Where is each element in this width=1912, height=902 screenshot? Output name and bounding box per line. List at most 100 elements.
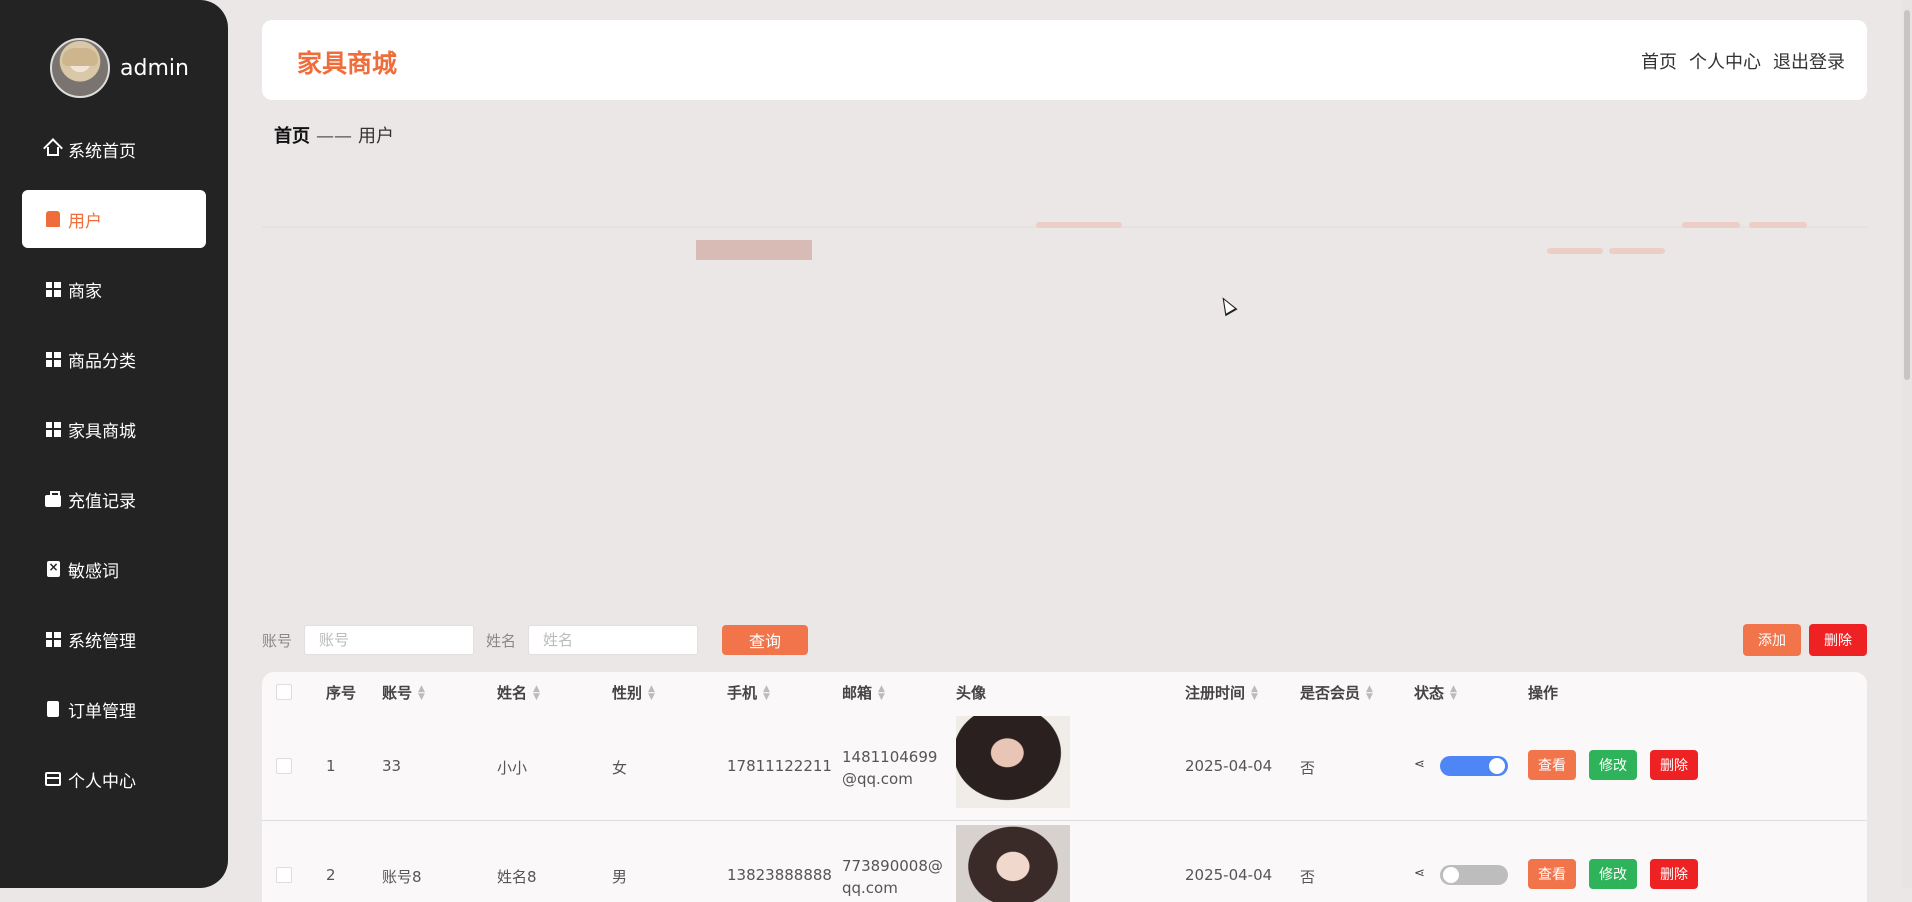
admin-name: admin — [120, 55, 189, 81]
sort-icon[interactable]: ▲ ▼ — [1366, 685, 1373, 702]
search-bar: 账号 姓名 查询 — [262, 624, 809, 656]
scrollbar-thumb[interactable] — [1904, 10, 1910, 380]
add-button[interactable]: 添加 — [1743, 624, 1801, 656]
sidebar-item-label: 商品分类 — [68, 351, 136, 372]
status-toggle[interactable] — [1440, 865, 1508, 885]
breadcrumb-current: 用户 — [358, 126, 394, 147]
sidebar-item-mall[interactable]: 家具商城 — [22, 400, 206, 458]
sort-icon[interactable]: ▲ ▼ — [878, 685, 885, 702]
name-label: 姓名 — [486, 631, 517, 650]
profile-link[interactable]: 个人中心 — [1689, 48, 1761, 74]
sort-icon[interactable]: ▲ ▼ — [1450, 685, 1457, 702]
col-member-label: 是否会员 — [1300, 683, 1361, 702]
col-gender[interactable]: 性别 ▲ ▼ — [612, 682, 655, 703]
sidebar-item-system[interactable]: 系统管理 — [22, 610, 206, 668]
sidebar-item-home[interactable]: 系统首页 — [22, 120, 206, 178]
col-status[interactable]: 状态 ▲ ▼ — [1414, 682, 1457, 703]
col-avatar: 头像 — [956, 683, 987, 702]
avatar-image[interactable] — [956, 716, 1070, 808]
page-scrollbar[interactable] — [1902, 0, 1912, 888]
table-header: 序号 账号 ▲ ▼ 姓名 ▲ ▼ 性别 ▲ ▼ 手机 ▲ ▼ 邮箱 ▲ ▼ 头像 注册时间 ▲ ▼ 是否… — [262, 672, 1867, 712]
email-line: @qq.com — [842, 770, 913, 788]
breadcrumb: 首页 —— 用户 — [274, 122, 394, 148]
clipboard-icon — [42, 558, 64, 580]
sidebar-item-label: 用户 — [68, 211, 102, 232]
grid-icon — [42, 278, 64, 300]
breadcrumb-separator: —— — [316, 126, 352, 147]
brand-title: 家具商城 — [297, 49, 398, 78]
top-bar: 家具商城 首页 个人中心 退出登录 — [262, 20, 1867, 100]
delete-button[interactable]: 删除 — [1650, 750, 1698, 780]
col-account[interactable]: 账号 ▲ ▼ — [382, 682, 425, 703]
cell-index: 2 — [326, 866, 336, 884]
view-button[interactable]: 查看 — [1528, 750, 1576, 780]
avatar — [50, 38, 110, 98]
col-name[interactable]: 姓名 ▲ ▼ — [497, 682, 540, 703]
query-button[interactable]: 查询 — [722, 625, 809, 655]
share-icon: ⋖ — [1414, 866, 1425, 881]
sort-icon[interactable]: ▲ ▼ — [1251, 685, 1258, 702]
sort-icon[interactable]: ▲ ▼ — [763, 685, 770, 702]
sidebar-item-label: 订单管理 — [68, 701, 136, 722]
col-member[interactable]: 是否会员 ▲ ▼ — [1300, 682, 1373, 703]
admin-profile: admin — [50, 38, 189, 98]
name-search-input[interactable] — [528, 625, 699, 655]
top-links: 首页 个人中心 退出登录 — [1641, 48, 1845, 74]
sidebar-item-label: 家具商城 — [68, 421, 136, 442]
grid-icon — [42, 348, 64, 370]
edit-button[interactable]: 修改 — [1589, 750, 1637, 780]
sidebar-item-recharge[interactable]: 充值记录 — [22, 470, 206, 528]
cell-account: 33 — [382, 757, 402, 775]
email-line: 1481104699 — [842, 748, 938, 766]
sidebar-item-orders[interactable]: 订单管理 — [22, 680, 206, 738]
row-checkbox[interactable] — [276, 867, 292, 883]
cell-phone: 13823888888 — [727, 866, 832, 884]
order-icon — [42, 698, 64, 720]
account-search-input[interactable] — [304, 625, 475, 655]
sidebar-item-profile[interactable]: 个人中心 — [22, 750, 206, 808]
users-table: 序号 账号 ▲ ▼ 姓名 ▲ ▼ 性别 ▲ ▼ 手机 ▲ ▼ 邮箱 ▲ ▼ 头像 注册时间 ▲ ▼ 是否… — [262, 672, 1867, 902]
cell-account: 账号8 — [382, 868, 422, 886]
card-icon — [42, 768, 64, 790]
cell-name: 姓名8 — [497, 868, 537, 886]
edit-button[interactable]: 修改 — [1589, 859, 1637, 889]
col-account-label: 账号 — [382, 683, 413, 702]
sidebar-item-sensitive-words[interactable]: 敏感词 — [22, 540, 206, 598]
col-name-label: 姓名 — [497, 683, 528, 702]
grid-icon — [42, 628, 64, 650]
sidebar-item-merchants[interactable]: 商家 — [22, 260, 206, 318]
sidebar-item-categories[interactable]: 商品分类 — [22, 330, 206, 388]
cell-index: 1 — [326, 757, 336, 775]
cell-gender: 女 — [612, 759, 628, 777]
col-reg-time[interactable]: 注册时间 ▲ ▼ — [1185, 682, 1258, 703]
row-checkbox[interactable] — [276, 758, 292, 774]
cell-reg-time: 2025-04-04 — [1185, 757, 1273, 775]
sidebar-item-label: 系统首页 — [68, 141, 136, 162]
breadcrumb-home[interactable]: 首页 — [274, 126, 310, 147]
status-toggle[interactable] — [1440, 756, 1508, 776]
view-button[interactable]: 查看 — [1528, 859, 1576, 889]
col-reg-time-label: 注册时间 — [1185, 683, 1246, 702]
batch-delete-button[interactable]: 删除 — [1809, 624, 1867, 656]
sidebar-item-label: 商家 — [68, 281, 102, 302]
sort-icon[interactable]: ▲ ▼ — [418, 685, 425, 702]
toolbar-actions: 添加 删除 — [1743, 624, 1867, 656]
home-link[interactable]: 首页 — [1641, 48, 1677, 74]
cell-email: 1481104699 @qq.com — [842, 746, 937, 790]
sidebar-item-label: 个人中心 — [68, 771, 136, 792]
sort-icon[interactable]: ▲ ▼ — [648, 685, 655, 702]
col-phone-label: 手机 — [727, 683, 758, 702]
sort-icon[interactable]: ▲ ▼ — [533, 685, 540, 702]
delete-button[interactable]: 删除 — [1650, 859, 1698, 889]
cell-gender: 男 — [612, 868, 628, 886]
col-phone[interactable]: 手机 ▲ ▼ — [727, 682, 770, 703]
col-actions: 操作 — [1528, 683, 1559, 702]
email-line: 773890008@ — [842, 857, 943, 875]
col-email[interactable]: 邮箱 ▲ ▼ — [842, 682, 885, 703]
logout-link[interactable]: 退出登录 — [1773, 48, 1845, 74]
sidebar-item-users[interactable]: 用户 — [22, 190, 206, 248]
select-all-checkbox[interactable] — [276, 684, 292, 700]
table-row: 2 账号8 姓名8 男 13823888888 773890008@ qq.com… — [262, 821, 1867, 902]
avatar-image[interactable] — [956, 825, 1070, 902]
email-line: qq.com — [842, 879, 898, 897]
